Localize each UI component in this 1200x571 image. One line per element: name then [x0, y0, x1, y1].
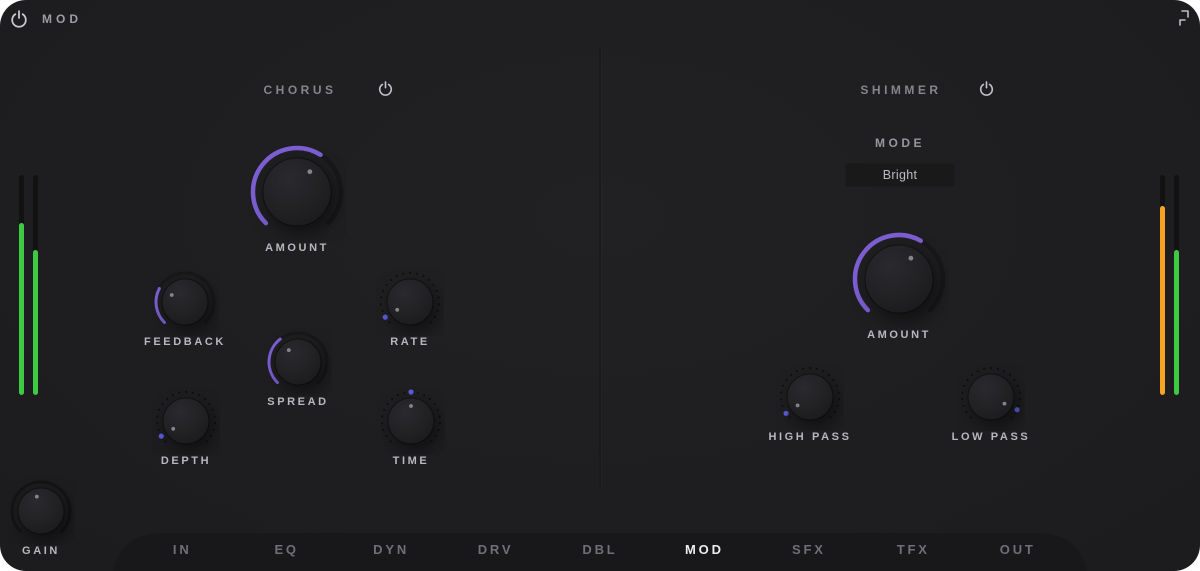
meter-fill [1174, 250, 1179, 395]
chorus-power-icon[interactable] [377, 80, 394, 97]
chorus-time-knob[interactable]: TIME [377, 387, 445, 467]
shimmer-amount-knob[interactable]: AMOUNT [849, 229, 949, 341]
section-divider [599, 48, 601, 490]
shimmer-mode-dropdown[interactable]: Bright [845, 163, 955, 187]
shimmer-power-icon[interactable] [978, 80, 995, 97]
meter-fill [33, 250, 38, 395]
knob-label: AMOUNT [867, 329, 931, 341]
shimmer-mode-label: MODE [830, 136, 970, 150]
plugin-window: MOD CHORUS AMOUNT FEEDBACK RATE SPREAD [0, 0, 1200, 571]
master-power-icon[interactable] [9, 9, 29, 29]
shimmer-mode-value: Bright [883, 168, 917, 182]
chorus-spread-knob[interactable]: SPREAD [264, 328, 332, 408]
input-meter-right [33, 175, 38, 395]
output-meter-left [1160, 175, 1165, 395]
tab-eq[interactable]: EQ [234, 542, 338, 557]
knob-label: FEEDBACK [144, 336, 226, 348]
input-meter-left [19, 175, 24, 395]
gain-knob[interactable]: GAIN [7, 477, 75, 557]
knob-label: DEPTH [161, 455, 211, 467]
shimmer-title: SHIMMER [831, 83, 971, 97]
shimmer-lowpass-knob[interactable]: LOW PASS [957, 363, 1025, 443]
output-meter-right [1174, 175, 1179, 395]
knob-label: TIME [393, 455, 430, 467]
tab-tfx[interactable]: TFX [861, 542, 965, 557]
tab-dbl[interactable]: DBL [548, 542, 652, 557]
tab-bar: IN EQ DYN DRV DBL MOD SFX TFX OUT [130, 538, 1070, 560]
page-title: MOD [42, 12, 82, 26]
tab-sfx[interactable]: SFX [757, 542, 861, 557]
knob-label: SPREAD [267, 396, 328, 408]
knob-label: RATE [390, 336, 430, 348]
resize-icon[interactable] [1170, 7, 1192, 29]
tab-in[interactable]: IN [130, 542, 234, 557]
chorus-rate-knob[interactable]: RATE [376, 268, 444, 348]
tab-dyn[interactable]: DYN [339, 542, 443, 557]
tab-out[interactable]: OUT [966, 542, 1070, 557]
chorus-feedback-knob[interactable]: FEEDBACK [151, 268, 219, 348]
tab-drv[interactable]: DRV [443, 542, 547, 557]
knob-label: AMOUNT [265, 242, 329, 254]
tab-mod[interactable]: MOD [652, 542, 756, 557]
meter-fill [1160, 206, 1165, 395]
chorus-amount-knob[interactable]: AMOUNT [247, 142, 347, 254]
chorus-title: CHORUS [230, 83, 370, 97]
knob-label: HIGH PASS [768, 431, 851, 443]
knob-label: GAIN [22, 545, 60, 557]
knob-label: LOW PASS [952, 431, 1031, 443]
chorus-depth-knob[interactable]: DEPTH [152, 387, 220, 467]
meter-fill [19, 223, 24, 395]
shimmer-highpass-knob[interactable]: HIGH PASS [776, 363, 844, 443]
